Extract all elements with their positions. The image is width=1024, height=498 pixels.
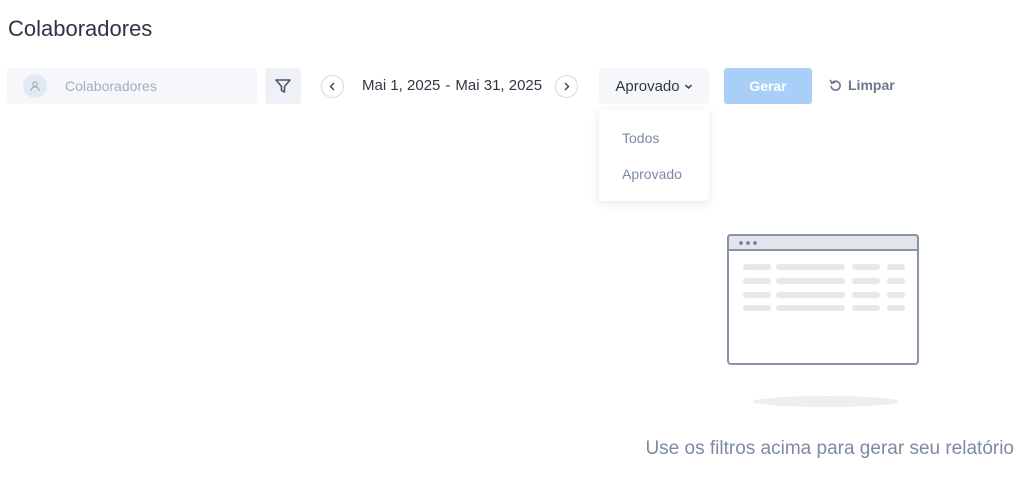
chevron-right-icon — [562, 82, 571, 91]
status-select[interactable]: Aprovado — [599, 68, 709, 104]
date-separator: - — [445, 77, 451, 94]
status-dropdown-menu: Todos Aprovado — [599, 110, 709, 201]
refresh-icon — [829, 79, 842, 92]
illustration-shadow — [753, 396, 899, 407]
empty-report-illustration — [726, 233, 920, 372]
employee-select[interactable]: Colaboradores — [7, 68, 257, 104]
status-option-aprovado[interactable]: Aprovado — [599, 156, 709, 192]
clear-label: Limpar — [848, 77, 895, 93]
report-page: Colaboradores Colaboradores Mai 1, 2025-… — [0, 0, 1024, 498]
clear-button[interactable]: Limpar — [829, 77, 895, 93]
page-title: Colaboradores — [8, 16, 153, 41]
previous-period-button[interactable] — [321, 75, 344, 98]
next-period-button[interactable] — [555, 75, 578, 98]
date-start: Mai 1, 2025 — [362, 77, 441, 94]
generate-button[interactable]: Gerar — [724, 68, 812, 104]
status-option-todos[interactable]: Todos — [599, 120, 709, 156]
status-selected-value: Aprovado — [615, 77, 680, 95]
chevron-down-icon — [684, 82, 693, 91]
date-end: Mai 31, 2025 — [455, 77, 543, 94]
empty-state-message: Use os filtros acima para gerar seu rela… — [645, 438, 1014, 459]
employee-placeholder: Colaboradores — [65, 78, 157, 94]
chevron-left-icon — [328, 82, 337, 91]
filter-icon — [274, 77, 292, 95]
filter-button[interactable] — [265, 68, 301, 104]
user-icon — [23, 74, 47, 98]
date-range[interactable]: Mai 1, 2025- Mai 31, 2025 — [362, 77, 542, 94]
